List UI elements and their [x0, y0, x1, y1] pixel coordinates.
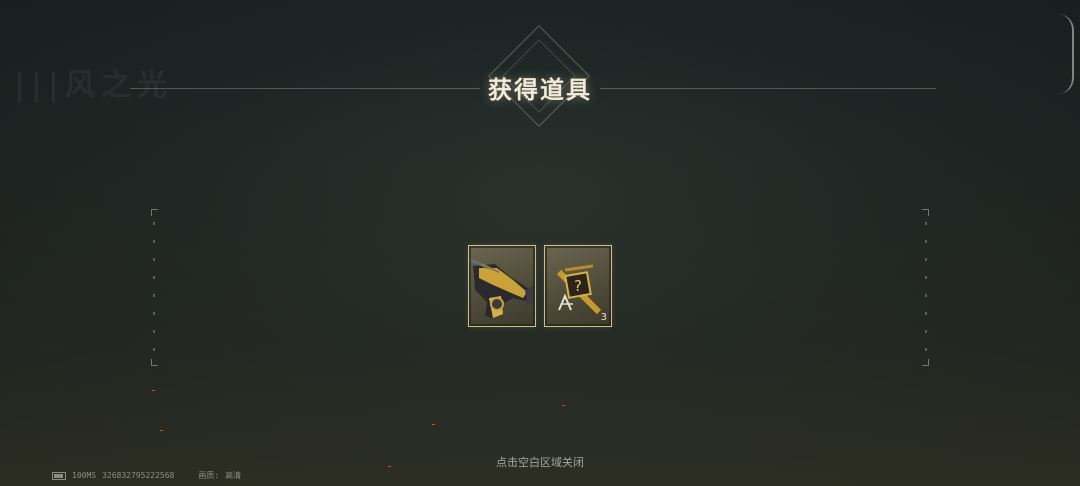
header-line-left: [130, 88, 480, 89]
background-faded-title: |||风之光: [14, 68, 173, 103]
svg-text:?: ?: [574, 277, 582, 295]
quality-label: 画质:: [198, 471, 220, 480]
item-slot-rifle[interactable]: [468, 245, 536, 327]
status-bar: 100MS 326832795222568 画质: 高清: [52, 470, 241, 481]
frame-corner-tl: [151, 209, 158, 216]
spark-decoration: [160, 430, 163, 431]
spark-decoration: [562, 405, 565, 406]
latency: 100MS: [72, 471, 97, 480]
dialog-title: 获得道具: [488, 76, 592, 104]
spark-decoration: [388, 466, 391, 467]
frame-corner-bl: [151, 359, 158, 366]
golden-rifle-icon: [470, 258, 533, 318]
item-slot-mystery-box[interactable]: ? 3: [544, 245, 612, 327]
frame-corner-tr: [922, 209, 929, 216]
battery-icon: [52, 471, 66, 480]
close-hint: 点击空白区域关闭: [496, 456, 584, 469]
header-line-right: [600, 88, 936, 89]
frame-corner-br: [922, 359, 929, 366]
spark-decoration: [152, 390, 155, 391]
player-id: 326832795222568: [102, 471, 175, 480]
spark-decoration: [432, 424, 435, 425]
frame-dotline-right: [925, 222, 927, 352]
quality-value: 高清: [225, 471, 242, 480]
frame-dotline-left: [153, 222, 155, 352]
right-edge-arc: [1058, 14, 1074, 94]
item-count: 3: [600, 312, 607, 323]
